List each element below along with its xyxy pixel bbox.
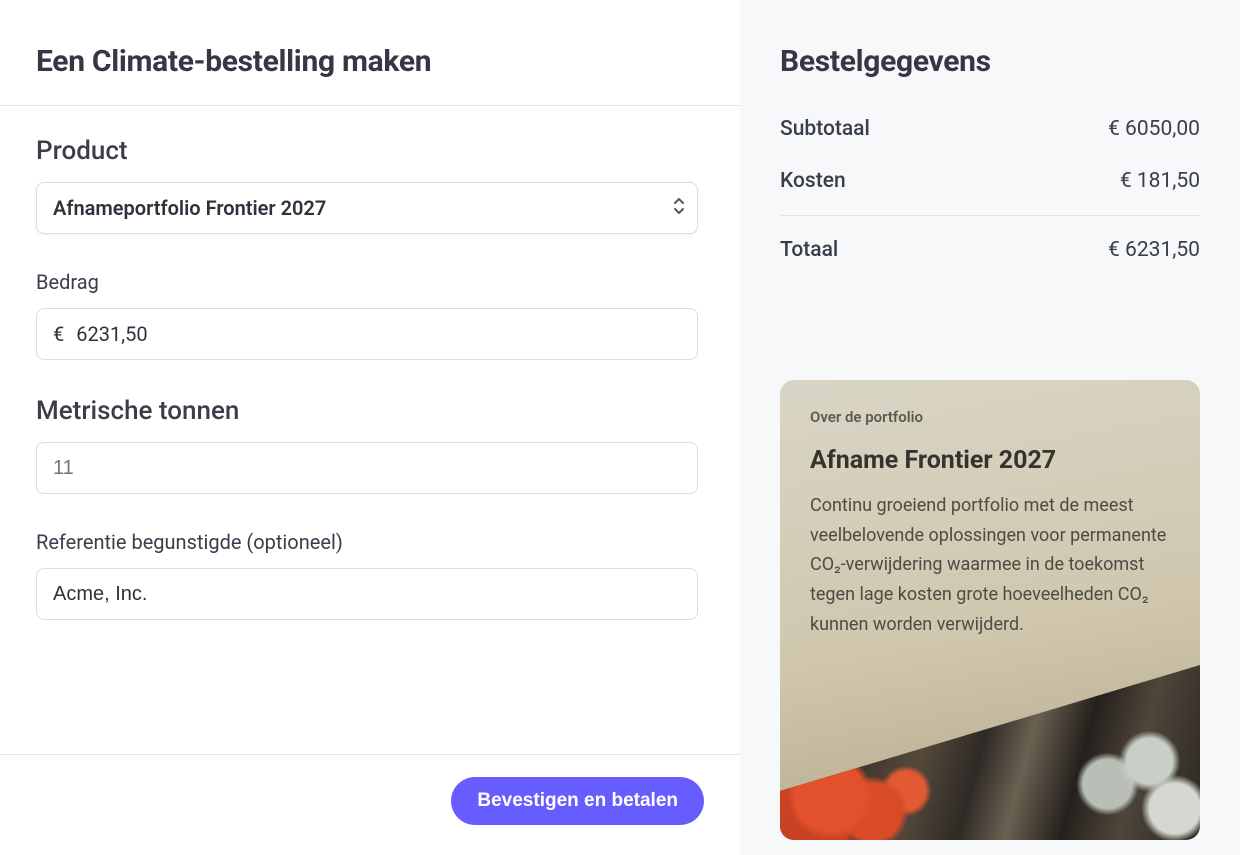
fees-value: € 181,50	[1120, 169, 1200, 193]
product-select-value: Afnameportfolio Frontier 2027	[53, 196, 326, 220]
reference-input[interactable]	[36, 568, 698, 620]
confirm-pay-button[interactable]: Bevestigen en betalen	[451, 777, 704, 825]
form-area: Product Afnameportfolio Frontier 2027 Be…	[0, 106, 740, 754]
portfolio-card-content: Over de portfolio Afname Frontier 2027 C…	[780, 380, 1200, 639]
reference-field-group: Referentie begunstigde (optioneel)	[36, 530, 704, 620]
summary-divider	[780, 215, 1200, 216]
metric-tons-field-group: Metrische tonnen	[36, 396, 704, 494]
subtotal-label: Subtotaal	[780, 117, 870, 141]
form-column: Een Climate-bestelling maken Product Afn…	[0, 0, 740, 855]
amount-input[interactable]: € 6231,50	[36, 308, 698, 360]
summary-row-subtotal: Subtotaal € 6050,00	[780, 107, 1200, 159]
summary-row-fees: Kosten € 181,50	[780, 159, 1200, 211]
product-select[interactable]: Afnameportfolio Frontier 2027	[36, 182, 698, 234]
product-select-wrap: Afnameportfolio Frontier 2027	[36, 182, 704, 234]
amount-field-group: Bedrag € 6231,50	[36, 270, 704, 360]
product-label: Product	[36, 136, 704, 166]
amount-label: Bedrag	[36, 270, 704, 294]
page-title: Een Climate-bestelling maken	[36, 44, 704, 79]
summary-row-total: Totaal € 6231,50	[780, 228, 1200, 280]
summary-column: Bestelgegevens Subtotaal € 6050,00 Koste…	[740, 0, 1240, 855]
metric-tons-input[interactable]	[36, 442, 698, 494]
portfolio-image	[780, 665, 1200, 840]
product-field-group: Product Afnameportfolio Frontier 2027	[36, 136, 704, 234]
amount-value: 6231,50	[76, 322, 147, 346]
metric-tons-label: Metrische tonnen	[36, 396, 704, 426]
fees-label: Kosten	[780, 169, 846, 193]
portfolio-heading: Afname Frontier 2027	[810, 446, 1170, 475]
footer: Bevestigen en betalen	[0, 754, 740, 855]
summary-title: Bestelgegevens	[780, 44, 1200, 79]
total-value: € 6231,50	[1108, 238, 1200, 262]
portfolio-card: Over de portfolio Afname Frontier 2027 C…	[780, 380, 1200, 840]
page-header: Een Climate-bestelling maken	[0, 0, 740, 106]
currency-symbol: €	[53, 322, 64, 346]
portfolio-description: Continu groeiend portfolio met de meest …	[810, 491, 1170, 639]
portfolio-eyebrow: Over de portfolio	[810, 408, 1170, 426]
reference-label: Referentie begunstigde (optioneel)	[36, 530, 704, 554]
total-label: Totaal	[780, 238, 838, 262]
subtotal-value: € 6050,00	[1108, 117, 1200, 141]
